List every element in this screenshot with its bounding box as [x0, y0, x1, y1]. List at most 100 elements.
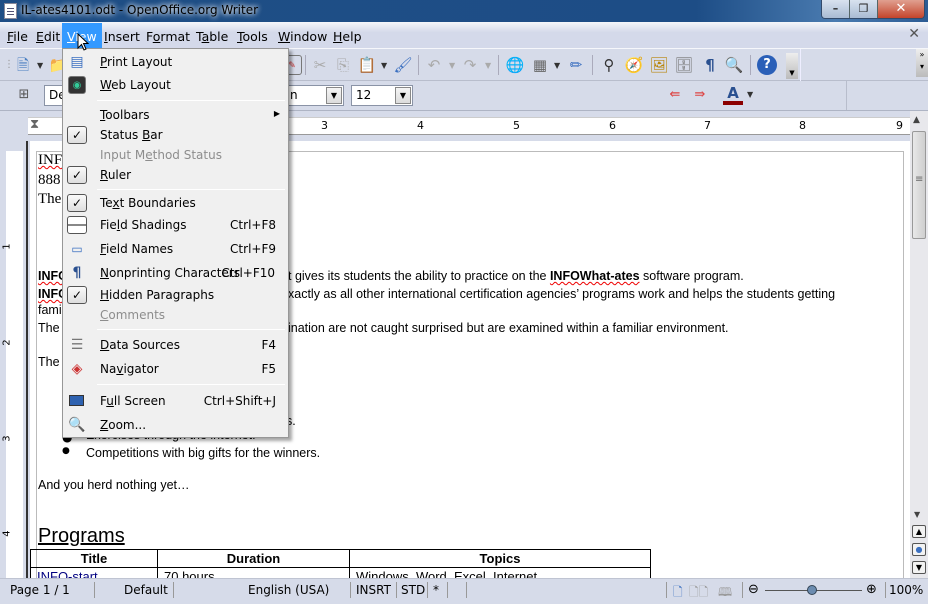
- restore-button[interactable]: ❐: [850, 0, 878, 18]
- table-icon[interactable]: ▦: [530, 55, 550, 75]
- menu-item-nonprinting-characters[interactable]: ¶ Nonprinting Characters Ctrl+F10: [63, 262, 288, 284]
- menu-item-data-sources[interactable]: ☰ Data Sources F4: [63, 334, 288, 356]
- data-sources-icon[interactable]: 🗄: [674, 55, 694, 75]
- previous-page-icon[interactable]: ▲: [912, 525, 926, 538]
- insert-mode-indicator[interactable]: INSRT: [356, 583, 391, 597]
- decrease-indent-icon[interactable]: ⇚: [665, 85, 685, 105]
- font-color-dropdown-arrow-icon[interactable]: ▼: [747, 90, 753, 99]
- hyperlink-icon[interactable]: 🌐: [505, 55, 525, 75]
- status-separator: [396, 582, 397, 598]
- menu-item-zoom[interactable]: 🔍 Zoom...: [63, 414, 288, 436]
- cut-icon[interactable]: ✂: [310, 55, 330, 75]
- nonprinting-characters-icon[interactable]: ¶: [700, 55, 720, 75]
- menu-edit[interactable]: Edit: [31, 26, 65, 46]
- paste-dropdown-arrow-icon[interactable]: ▼: [381, 61, 387, 70]
- menu-insert[interactable]: Insert: [99, 26, 145, 46]
- font-size-dropdown-icon[interactable]: ▼: [395, 87, 411, 104]
- status-separator: [885, 582, 886, 598]
- tab-stop-selector-icon[interactable]: ⧗: [30, 117, 44, 135]
- selection-mode-indicator[interactable]: STD: [401, 583, 425, 597]
- vertical-ruler[interactable]: 1 2 3 4: [0, 141, 28, 578]
- scroll-up-icon[interactable]: ▲: [913, 115, 920, 125]
- redo-icon[interactable]: ↷: [460, 55, 480, 75]
- page-style[interactable]: Default: [124, 583, 168, 597]
- checkmark-icon: ✓: [67, 126, 87, 144]
- menu-help[interactable]: Help: [328, 26, 367, 46]
- ruler-label: 3: [321, 119, 328, 132]
- find-replace-icon[interactable]: ⚲: [599, 55, 619, 75]
- menu-item-shortcut: Ctrl+F9: [230, 242, 276, 256]
- menu-item-print-layout[interactable]: ▤ Print Layout: [63, 51, 288, 73]
- undo-icon[interactable]: ↶: [424, 55, 444, 75]
- vertical-scrollbar[interactable]: ▲ ▼ ▲ ● ▼: [910, 111, 928, 578]
- zoom-icon[interactable]: 🔍: [724, 55, 744, 75]
- scrollbar-thumb[interactable]: [912, 131, 926, 239]
- scroll-down-icon[interactable]: ▼: [914, 510, 920, 519]
- paste-icon[interactable]: 📋: [357, 55, 377, 75]
- format-paintbrush-icon[interactable]: 🖌: [393, 55, 413, 75]
- new-dropdown-arrow-icon[interactable]: ▼: [37, 61, 43, 70]
- navigation-icon[interactable]: ●: [912, 543, 926, 556]
- redo-dropdown-arrow-icon[interactable]: ▼: [485, 61, 491, 70]
- menu-tools[interactable]: Tools: [232, 26, 273, 46]
- menu-item-field-shadings[interactable]: Field Shadings Ctrl+F8: [63, 214, 288, 236]
- minimize-button[interactable]: –: [822, 0, 850, 18]
- menu-item-label: Print Layout: [100, 55, 173, 69]
- menu-item-hidden-paragraphs[interactable]: ✓ Hidden Paragraphs: [63, 284, 288, 306]
- undo-dropdown-arrow-icon[interactable]: ▼: [449, 61, 455, 70]
- zoom-slider-handle[interactable]: [807, 585, 817, 595]
- new-document-icon[interactable]: 🗎: [13, 55, 33, 75]
- close-button[interactable]: ✕: [878, 0, 924, 18]
- increase-indent-icon[interactable]: ⇛: [690, 85, 710, 105]
- ruler-label: 1: [1, 243, 13, 250]
- gallery-icon[interactable]: 🖼: [649, 55, 669, 75]
- menu-item-field-names[interactable]: ▭ Field Names Ctrl+F9: [63, 238, 288, 260]
- menu-file[interactable]: File: [2, 26, 33, 46]
- table-cell[interactable]: INFO-start: [30, 567, 158, 578]
- menu-separator: [97, 384, 285, 385]
- menu-window[interactable]: Window: [273, 26, 332, 46]
- styles-formatting-icon[interactable]: ⊞: [14, 85, 34, 105]
- menu-item-navigator[interactable]: ◈ Navigator F5: [63, 358, 288, 380]
- help-icon[interactable]: ?: [757, 55, 777, 75]
- two-page-view-icon[interactable]: 🗋🗋: [689, 583, 708, 604]
- font-color-icon[interactable]: A: [723, 83, 743, 105]
- font-size-combo[interactable]: 12 ▼: [351, 85, 413, 106]
- draw-functions-icon[interactable]: ✏: [566, 55, 586, 75]
- menu-item-status-bar[interactable]: ✓ Status Bar: [63, 124, 288, 146]
- zoom-out-icon[interactable]: ⊖: [748, 582, 759, 597]
- font-size-value: 12: [356, 88, 372, 102]
- menu-table[interactable]: Table: [191, 26, 233, 46]
- next-page-icon[interactable]: ▼: [912, 561, 926, 574]
- font-name-combo[interactable]: n ▼: [286, 85, 344, 106]
- table-dropdown-arrow-icon[interactable]: ▼: [554, 61, 560, 70]
- menu-format[interactable]: Format: [141, 26, 195, 46]
- single-page-view-icon[interactable]: 🗋: [673, 583, 683, 604]
- menu-item-web-layout[interactable]: ◉ Web Layout: [63, 74, 288, 96]
- close-document-button[interactable]: ✕: [908, 26, 920, 42]
- menu-separator: [97, 329, 285, 330]
- navigator-icon[interactable]: 🧭: [624, 55, 644, 75]
- menu-item-label: Status Bar: [100, 128, 163, 142]
- toolbar-separator: [418, 55, 419, 75]
- menu-item-text-boundaries[interactable]: ✓ Text Boundaries: [63, 192, 288, 214]
- zoom-percentage[interactable]: 100%: [889, 583, 923, 597]
- ruler-label: 4: [417, 119, 424, 132]
- ruler-label: 7: [704, 119, 711, 132]
- toolbar-chevron-icon[interactable]: » ▾: [916, 49, 928, 77]
- menu-item-toolbars[interactable]: Toolbars ▶: [63, 104, 288, 126]
- menu-item-full-screen[interactable]: Full Screen Ctrl+Shift+J: [63, 390, 288, 412]
- paragraph-style-combo[interactable]: De: [44, 85, 66, 106]
- menu-item-label: Web Layout: [100, 78, 171, 92]
- toolbar-grip-icon[interactable]: ⋮: [4, 55, 14, 75]
- zoom-in-icon[interactable]: ⊕: [866, 582, 877, 597]
- toolbar-overflow-icon[interactable]: ▼: [786, 53, 798, 79]
- copy-icon[interactable]: ⎘: [333, 55, 353, 75]
- menu-item-ruler[interactable]: ✓ Ruler: [63, 164, 288, 186]
- language-indicator[interactable]: English (USA): [248, 583, 329, 597]
- ruler-label: 6: [609, 119, 616, 132]
- page-indicator[interactable]: Page 1 / 1: [10, 583, 70, 597]
- font-name-dropdown-icon[interactable]: ▼: [326, 87, 342, 104]
- book-view-icon[interactable]: 🕮: [718, 583, 732, 604]
- ruler-label: 3: [1, 435, 13, 442]
